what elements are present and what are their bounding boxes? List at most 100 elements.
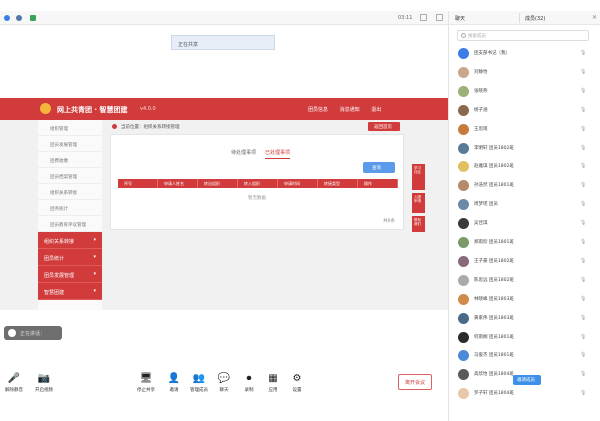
microphone-muted-icon[interactable]: 🎙: [580, 201, 586, 207]
unmute-button[interactable]: 🎤 解除静音: [0, 373, 28, 393]
member-search-input[interactable]: 搜索成员: [457, 30, 589, 41]
microphone-muted-icon[interactable]: 🎙: [580, 277, 586, 283]
microphone-muted-icon[interactable]: 🎙: [580, 69, 586, 75]
tab-pending[interactable]: 待处理事项: [231, 149, 256, 158]
sidebar-item[interactable]: 团员教育评议管理: [38, 216, 102, 232]
microphone-muted-icon[interactable]: 🎙: [580, 107, 586, 113]
microphone-muted-icon[interactable]: 🎙: [580, 50, 586, 56]
member-row[interactable]: 黄家伟 团员1803班 🎙: [455, 312, 599, 327]
nav-messages[interactable]: 消息通知: [340, 107, 360, 113]
float-button-contact[interactable]: 联系我们: [412, 216, 425, 232]
nav-logout[interactable]: 退出: [371, 107, 381, 113]
float-button-community[interactable]: 学习社区: [412, 164, 425, 190]
sidebar-section[interactable]: 组织关系转接 ▾: [38, 232, 102, 249]
toolbar-label: 录制: [244, 388, 254, 393]
avatar: [458, 350, 469, 362]
member-row[interactable]: 赵雅琪 团员1802班 🎙: [455, 161, 599, 175]
site-title: 网上共青团 · 智慧团建: [57, 106, 128, 114]
microphone-muted-icon[interactable]: 🎙: [580, 126, 586, 132]
member-row[interactable]: 陈思远 团员1802班 🎙: [455, 274, 599, 289]
sidebar-item[interactable]: 团员档案管理: [38, 168, 102, 184]
sidebar-section-label: 组织关系转接: [44, 239, 75, 245]
avatar: [458, 218, 469, 230]
sidebar-item[interactable]: 组织管理: [38, 120, 102, 136]
site-sidebar: 组织管理 团员发展管理 团费收缴 团员档案管理 组织关系转接 团务统计 团员教育…: [38, 120, 102, 310]
toolbar-label: 应用: [268, 388, 278, 393]
avatar: [458, 180, 469, 192]
screen-share-icon: 🖥: [139, 373, 153, 384]
sidebar-item[interactable]: 团费收缴: [38, 152, 102, 168]
member-name: 林晓峰 团员1803班: [474, 296, 514, 302]
sidebar-section[interactable]: 智慧团建 ▾: [38, 283, 102, 300]
sidebar-item[interactable]: 团务统计: [38, 200, 102, 216]
nav-member-info[interactable]: 团员信息: [308, 107, 328, 113]
microphone-muted-icon[interactable]: 🎙: [580, 145, 586, 151]
member-row[interactable]: 杨子涵 🎙: [455, 104, 599, 119]
member-row[interactable]: 林晓峰 团员1803班 🎙: [455, 293, 599, 308]
query-button[interactable]: 查询: [363, 162, 395, 173]
microphone-muted-icon[interactable]: 🎙: [580, 296, 586, 302]
layout-icon[interactable]: [420, 14, 427, 21]
toolbar-label: 停止共享: [137, 388, 155, 393]
chevron-down-icon: ▾: [93, 271, 96, 277]
member-row[interactable]: 孙浩然 团员1801班 🎙: [455, 180, 599, 194]
start-video-button[interactable]: 📷 开启视频: [30, 373, 58, 393]
member-row[interactable]: 刘静怡 🎙: [455, 66, 599, 81]
microphone-muted-icon[interactable]: 🎙: [580, 182, 586, 188]
toolbar-label: 管理成员: [190, 388, 208, 393]
microphone-muted-icon[interactable]: 🎙: [580, 371, 586, 377]
microphone-muted-icon[interactable]: 🎙: [580, 352, 586, 358]
microphone-muted-icon[interactable]: 🎙: [580, 163, 586, 169]
avatar: [458, 237, 469, 248]
close-icon[interactable]: ✕: [592, 14, 597, 21]
tab-processed[interactable]: 已处理事项: [265, 149, 291, 159]
member-name: 何雨桐 团员1801班: [474, 334, 514, 340]
sidebar-section[interactable]: 团员发展管理 ▾: [38, 266, 102, 283]
avatar: [458, 388, 469, 400]
microphone-muted-icon[interactable]: 🎙: [580, 334, 586, 340]
member-row[interactable]: 李明轩 团员1802班 🎙: [455, 142, 599, 157]
tab-members[interactable]: 成员(32): [525, 15, 545, 22]
microphone-muted-icon[interactable]: 🎙: [580, 390, 586, 396]
chat-icon: 💬: [217, 373, 231, 384]
member-row[interactable]: 何雨桐 团员1801班 🎙: [455, 331, 599, 346]
column-header: 转入组织: [238, 179, 278, 188]
shield-icon[interactable]: [16, 15, 22, 21]
table-header: 序号 申请人姓名 转出组织 转入组织 申请时间 转接类型 操作: [118, 179, 398, 188]
camera-off-icon: 📷: [37, 373, 51, 384]
microphone-muted-icon[interactable]: 🎙: [580, 315, 586, 321]
back-home-button[interactable]: 返回首页: [368, 122, 400, 131]
manage-members-button[interactable]: 👥 管理成员: [185, 373, 213, 393]
member-row[interactable]: 王子豪 团员1802班 🎙: [455, 255, 599, 270]
invite-button[interactable]: 👤 邀请: [160, 373, 188, 393]
tab-chat[interactable]: 聊天: [455, 15, 465, 22]
member-row[interactable]: 周梦瑶 团员 🎙: [455, 199, 599, 213]
sidebar-item[interactable]: 组织关系转接: [38, 184, 102, 200]
chevron-down-icon: ▾: [93, 237, 96, 243]
fullscreen-icon[interactable]: [436, 14, 443, 21]
settings-button[interactable]: ⚙ 设置: [283, 373, 311, 393]
microphone-muted-icon[interactable]: 🎙: [580, 220, 586, 226]
microphone-icon: 🎤: [7, 373, 21, 384]
microphone-muted-icon[interactable]: 🎙: [580, 258, 586, 264]
sidebar-section[interactable]: 团员统计 ▾: [38, 249, 102, 266]
member-row[interactable]: 吴佳琪 🎙: [455, 218, 599, 232]
sidebar-item[interactable]: 团员发展管理: [38, 136, 102, 152]
microphone-muted-icon[interactable]: 🎙: [580, 239, 586, 245]
member-row[interactable]: 罗子轩 团员1804班 🎙: [455, 388, 599, 402]
member-name: 黄家伟 团员1803班: [474, 315, 514, 321]
leave-meeting-button[interactable]: 离开会议: [398, 374, 432, 390]
chat-button[interactable]: 💬 聊天: [210, 373, 238, 393]
member-row[interactable]: 张晓燕 🎙: [455, 85, 599, 100]
microphone-muted-icon[interactable]: 🎙: [580, 88, 586, 94]
invite-members-button[interactable]: 邀请成员: [513, 375, 541, 385]
member-row[interactable]: 马俊杰 团员1801班 🎙: [455, 350, 599, 364]
camera-icon[interactable]: [4, 15, 10, 21]
member-row[interactable]: 王思雨 🎙: [455, 123, 599, 138]
chevron-down-icon: ▾: [93, 288, 96, 294]
float-button-apply[interactable]: 入团申请: [412, 193, 425, 213]
member-row[interactable]: 团支部书记（我） 🎙: [455, 48, 599, 62]
stop-share-button[interactable]: 🖥 停止共享: [132, 373, 160, 393]
speaking-indicator[interactable]: 正在讲话：: [4, 326, 62, 340]
member-row[interactable]: 郑雨欣 团员1801班 🎙: [455, 237, 599, 251]
